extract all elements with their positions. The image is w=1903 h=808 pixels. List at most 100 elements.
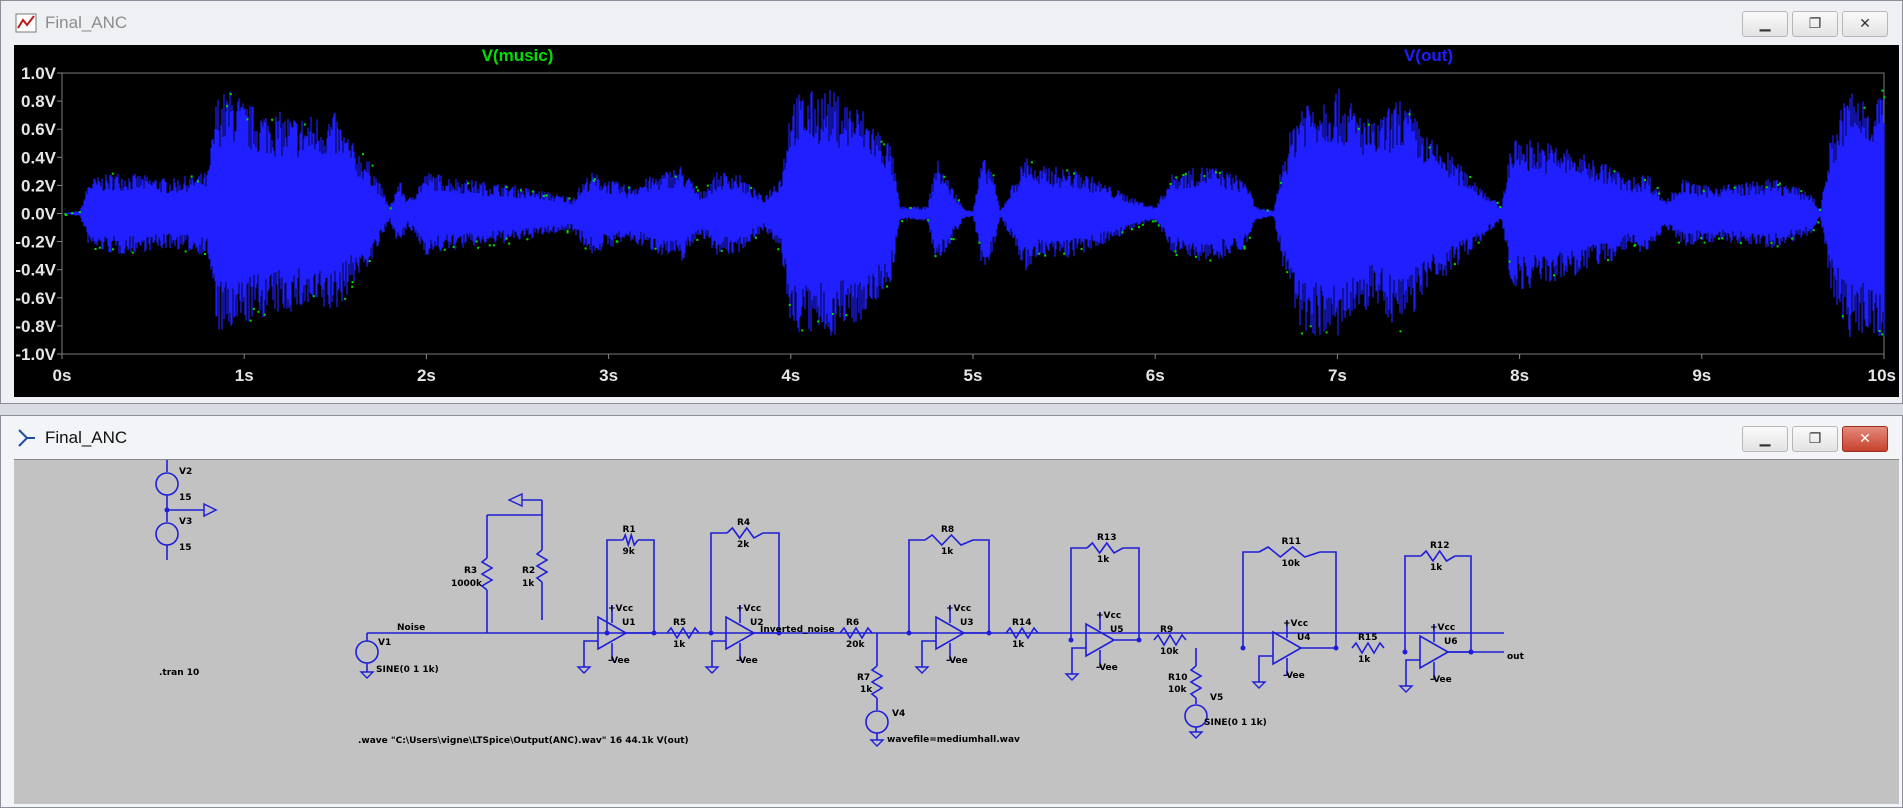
x-tick-label: 6s — [1146, 366, 1165, 385]
v-music-point — [1469, 176, 1472, 178]
v-music-point — [190, 175, 193, 178]
opamp-stage-6[interactable]: U6 R12 1k +Vcc -Vee — [1398, 541, 1474, 693]
v-music-point — [1130, 228, 1133, 231]
opamp-label: U3 — [960, 618, 974, 628]
wave-directive[interactable]: .wave "C:\Users\vigne\LTSpice\Output(ANC… — [358, 736, 689, 746]
feedback-resistor[interactable] — [622, 532, 639, 548]
v-music-point — [131, 251, 134, 254]
feedback-wire — [1404, 555, 1421, 652]
maximize-button[interactable]: ❐ — [1792, 11, 1838, 37]
source-v5[interactable]: R10 10k V5 SINE(0 1 1k) — [1168, 648, 1267, 739]
v-music-point — [886, 285, 889, 288]
feedback-resistor[interactable] — [726, 526, 764, 540]
ground-wire — [1071, 647, 1086, 674]
opamp-stage-3[interactable]: U3 R8 1k +Vcc -Vee R14 1k — [906, 525, 1039, 674]
v-music-point — [1175, 176, 1178, 179]
resistor-r3-r2[interactable]: R3 1000k R2 1k — [451, 492, 548, 633]
source-v4[interactable]: R7 1k V4 wavefile=mediumhall.wav — [857, 633, 1020, 747]
v-music-point — [543, 195, 545, 197]
legend-v-out: V(out) — [1404, 46, 1453, 65]
v-music-point — [1194, 255, 1197, 258]
v-music-point — [1607, 259, 1609, 262]
series-v-out — [62, 88, 1885, 338]
v-music-point — [1248, 236, 1251, 239]
v-music-point — [720, 249, 723, 252]
ground-icon — [576, 666, 592, 674]
feedback-resistor-label: R8 — [941, 525, 954, 535]
v-music-point — [1499, 206, 1502, 209]
minimize-button[interactable]: ▁ — [1742, 11, 1788, 37]
titlebar[interactable]: Final_ANC ▁ ❐ ✕ — [1, 1, 1902, 45]
opamp-stage-5[interactable]: U4 R11 10k +Vcc -Vee R15 1k — [1240, 537, 1385, 689]
feedback-resistor-value: 9k — [623, 547, 636, 557]
v-music-point — [1778, 182, 1781, 185]
series-resistor[interactable] — [1153, 633, 1187, 647]
restore-icon: ❐ — [1808, 431, 1822, 447]
v-music-point — [845, 314, 848, 317]
v-music-point — [477, 246, 480, 249]
close-button[interactable]: ✕ — [1842, 426, 1888, 452]
v-music-point — [312, 295, 315, 298]
waveform-plot[interactable]: 1.0V 0.8V 0.6V 0.4V 0.2V 0.0V -0.2V -0.4V -0.6V -… — [14, 45, 1899, 397]
vee-label: -Vee — [1430, 675, 1452, 685]
opamp-stage-1[interactable]: U1 R1 9k +Vcc -Vee R5 1k — [576, 525, 700, 674]
opamp-stage-4[interactable]: U5 R13 1k +Vcc -Vee R9 10k — [1064, 533, 1187, 681]
ground-icon — [1251, 681, 1267, 689]
schematic-drawing[interactable]: V2 15 V3 15 .tran 10 V1 SINE(0 1 1k) Noi… — [14, 460, 1899, 805]
vee-label: -Vee — [946, 656, 968, 666]
schematic-window: Final_ANC ▁ ❐ ✕ V2 15 V3 15 .tran 10 V1 … — [0, 415, 1903, 808]
plot-pane[interactable]: 1.0V 0.8V 0.6V 0.4V 0.2V 0.0V -0.2V -0.4V -0.6V -… — [14, 45, 1899, 397]
v-music-point — [1174, 250, 1177, 253]
x-tick-label: 1s — [235, 366, 254, 385]
feedback-resistor-label: R4 — [737, 518, 750, 528]
v-music-point — [1812, 229, 1815, 232]
maximize-button[interactable]: ❐ — [1792, 426, 1838, 452]
v-music-point — [351, 281, 354, 284]
v-music-point — [1038, 252, 1041, 255]
feedback-resistor[interactable] — [1420, 549, 1456, 563]
supply-v2-v3[interactable]: V2 15 V3 15 — [155, 460, 218, 560]
feedback-resistor[interactable] — [924, 533, 974, 547]
v-music-point — [1141, 223, 1144, 226]
v-music-point — [303, 123, 306, 126]
feedback-resistor-value: 1k — [1430, 563, 1443, 573]
tran-directive[interactable]: .tran 10 — [159, 668, 199, 678]
schematic-canvas[interactable]: V2 15 V3 15 .tran 10 V1 SINE(0 1 1k) Noi… — [14, 459, 1899, 804]
waveform-window: Final_ANC ▁ ❐ ✕ 1.0V 0.8V 0.6V 0.4V 0.2V 0.0V… — [0, 0, 1903, 404]
v-music-point — [801, 329, 804, 332]
close-button[interactable]: ✕ — [1842, 11, 1888, 37]
v-music-point — [344, 297, 347, 300]
v-music-point — [1428, 146, 1431, 149]
window-title: Final_ANC — [45, 428, 128, 447]
v-music-point — [1658, 192, 1661, 195]
v-music-point — [1209, 259, 1212, 262]
series-resistor-value: 1k — [1358, 655, 1371, 665]
v-music-point — [1286, 271, 1289, 274]
feedback-wire — [710, 532, 727, 633]
schematic-app-icon — [18, 429, 35, 447]
minimize-button[interactable]: ▁ — [1742, 426, 1788, 452]
junction-dot — [1136, 637, 1142, 643]
v-music-point — [1203, 175, 1206, 177]
feedback-resistor-value: 1k — [941, 547, 954, 557]
junction-dot — [906, 630, 912, 636]
source-v1[interactable]: V1 SINE(0 1 1k) Noise — [355, 623, 439, 679]
v-music-point — [750, 186, 753, 189]
v-music-point — [1044, 254, 1047, 257]
v-music-point — [246, 118, 249, 121]
y-tick-label: 1.0V — [21, 64, 57, 83]
v-music-point — [584, 247, 587, 250]
opamp-label: U1 — [622, 618, 636, 628]
opamp-stage-2[interactable]: U2R42k+Vcc-VeeR620k — [704, 518, 873, 674]
feedback-resistor[interactable] — [1258, 545, 1321, 559]
restore-icon: ❐ — [1808, 16, 1822, 32]
v-music-point — [1300, 332, 1303, 335]
v-music-point — [1073, 172, 1075, 175]
titlebar[interactable]: Final_ANC ▁ ❐ ✕ — [1, 416, 1902, 460]
v-music-point — [1881, 333, 1884, 336]
junction-dot — [604, 630, 610, 636]
junction-dot — [1402, 649, 1408, 655]
feedback-resistor[interactable] — [1086, 541, 1124, 555]
v-music-point — [627, 186, 630, 189]
series-resistor[interactable] — [1351, 641, 1385, 655]
